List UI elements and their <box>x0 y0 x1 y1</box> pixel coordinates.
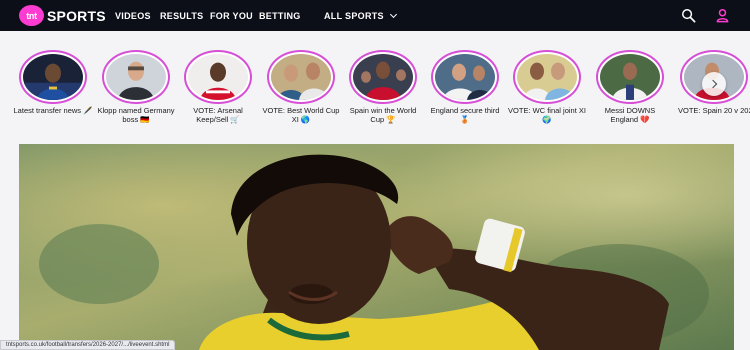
tnt-logo-badge: tnt <box>19 5 44 26</box>
story-thumbnail <box>353 54 413 100</box>
stories-strip: Latest transfer news 🖋️ Klopp named Germ… <box>0 31 750 144</box>
story-caption: Latest transfer news 🖋️ <box>13 106 93 115</box>
story-caption: VOTE: WC final joint XI 🌍 <box>508 106 586 124</box>
story-thumbnail <box>23 54 83 100</box>
user-icon[interactable] <box>715 8 730 23</box>
story-thumbnail <box>600 54 660 100</box>
story-caption: England secure third 🥉 <box>430 106 500 124</box>
story-item[interactable]: Klopp named Germany boss 🇩🇪 <box>96 50 176 124</box>
story-ring <box>19 50 87 104</box>
story-caption: VOTE: Best World Cup XI 🌎 <box>262 106 340 124</box>
chevron-right-icon <box>708 79 718 89</box>
logo-wordmark: SPORTS <box>47 7 106 24</box>
story-item[interactable]: Latest transfer news 🖋️ <box>13 50 93 115</box>
story-item[interactable]: Spain win the World Cup 🏆 <box>343 50 423 124</box>
story-ring <box>184 50 252 104</box>
story-ring <box>267 50 335 104</box>
link-status-url: tntsports.co.uk/football/transfers/2026-… <box>0 340 176 350</box>
story-ring <box>102 50 170 104</box>
story-thumbnail <box>435 54 495 100</box>
search-icon[interactable] <box>681 8 696 23</box>
story-thumbnail <box>517 54 577 100</box>
nav-betting[interactable]: BETTING <box>259 11 301 21</box>
story-item[interactable]: England secure third 🥉 <box>425 50 505 124</box>
chevron-down-icon <box>389 10 397 19</box>
story-thumbnail <box>106 54 166 100</box>
carousel-next-button[interactable] <box>702 72 726 96</box>
story-item[interactable]: Messi DOWNS England 💔 <box>590 50 670 124</box>
story-thumbnail <box>188 54 248 100</box>
all-sports-label: ALL SPORTS <box>324 11 384 21</box>
story-caption: Klopp named Germany boss 🇩🇪 <box>97 106 175 124</box>
story-ring <box>349 50 417 104</box>
hero-photo <box>19 144 734 350</box>
story-item[interactable]: VOTE: Best World Cup XI 🌎 <box>261 50 341 124</box>
story-ring <box>513 50 581 104</box>
top-nav-bar: tnt SPORTS VIDEOS RESULTS FOR YOU BETTIN… <box>0 0 750 31</box>
story-item[interactable]: VOTE: Arsenal Keep/Sell 🛒 <box>178 50 258 124</box>
tnt-sports-logo[interactable]: tnt SPORTS <box>19 5 106 26</box>
story-ring <box>596 50 664 104</box>
story-caption: VOTE: Spain 20 v 2026 ⭐ <box>678 106 750 115</box>
all-sports-dropdown[interactable]: ALL SPORTS <box>324 10 397 21</box>
story-caption: Messi DOWNS England 💔 <box>604 106 656 124</box>
story-caption: Spain win the World Cup 🏆 <box>349 106 417 124</box>
story-caption: VOTE: Arsenal Keep/Sell 🛒 <box>193 106 243 124</box>
story-thumbnail <box>271 54 331 100</box>
nav-results[interactable]: RESULTS <box>160 11 203 21</box>
nav-videos[interactable]: VIDEOS <box>115 11 151 21</box>
story-ring <box>431 50 499 104</box>
story-item[interactable]: VOTE: WC final joint XI 🌍 <box>507 50 587 124</box>
nav-for-you[interactable]: FOR YOU <box>210 11 253 21</box>
hero-image[interactable] <box>19 144 734 350</box>
